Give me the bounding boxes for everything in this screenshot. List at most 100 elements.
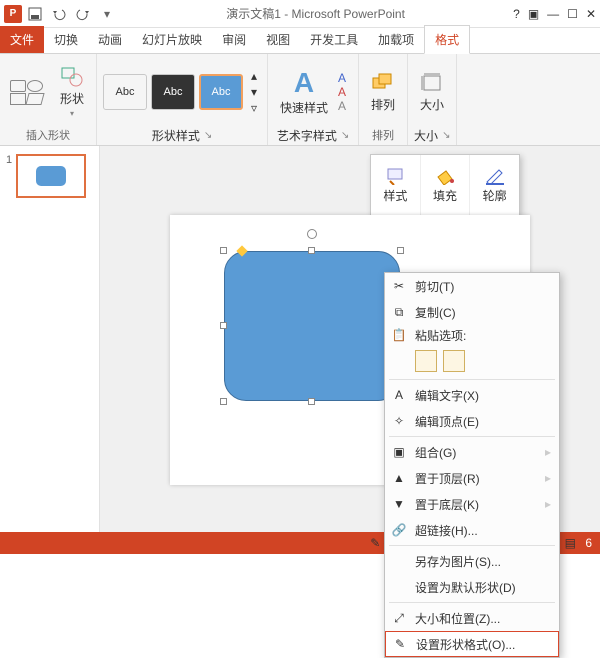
shapes-icon [60, 66, 84, 88]
rotate-handle[interactable] [307, 229, 317, 239]
size-button[interactable]: 大小 [414, 72, 450, 113]
tab-transition[interactable]: 切换 [44, 26, 88, 53]
selected-shape[interactable] [224, 251, 400, 401]
tab-file[interactable]: 文件 [0, 26, 44, 53]
shape-style-3[interactable]: Abc [199, 74, 243, 110]
menu-bring-front: ▲置于顶层(R)▸ [385, 465, 559, 491]
slide-thumbnails: 1 [0, 146, 100, 534]
redo-icon[interactable] [72, 3, 94, 25]
tab-format[interactable]: 格式 [424, 25, 470, 54]
tab-view[interactable]: 视图 [256, 26, 300, 53]
menu-save-as-picture[interactable]: 另存为图片(S)... [385, 548, 559, 574]
cut-icon: ✂ [391, 278, 407, 294]
menu-group: ▣组合(G)▸ [385, 439, 559, 465]
zoom-value[interactable]: 6 [585, 536, 596, 550]
mini-style-button[interactable]: 样式 [371, 155, 421, 215]
arrange-button[interactable]: 排列 [365, 72, 401, 113]
resize-handle[interactable] [308, 247, 315, 254]
group-icon: ▣ [391, 444, 407, 460]
tab-addins[interactable]: 加载项 [368, 26, 424, 53]
wordart-options[interactable]: A A A [338, 72, 352, 112]
mini-outline-label: 轮廓 [483, 187, 507, 204]
close-icon[interactable]: ✕ [586, 7, 596, 21]
svg-text:A: A [338, 86, 346, 98]
menu-set-default-shape[interactable]: 设置为默认形状(D) [385, 574, 559, 600]
edit-text-icon: A [391, 387, 407, 403]
mini-fill-label: 填充 [433, 187, 457, 204]
ribbon-tabs: 文件 开始 插入 切换 动画 幻灯片放映 审阅 视图 开发工具 加载项 格式 [0, 28, 600, 54]
tab-developer[interactable]: 开发工具 [300, 26, 368, 53]
ribbon-group-size: 大小 大小↘ [408, 54, 457, 145]
menu-edit-points[interactable]: ✧编辑顶点(E) [385, 408, 559, 434]
menu-separator [389, 436, 555, 437]
fill-bucket-icon [434, 167, 456, 185]
shapes-button[interactable]: 形状 ▾ [54, 66, 90, 118]
menu-separator [389, 602, 555, 603]
style-brush-icon [384, 167, 406, 185]
group-label-arrange: 排列 [365, 127, 401, 143]
mini-fill-button[interactable]: 填充 [421, 155, 471, 215]
menu-send-back: ▼置于底层(K)▸ [385, 491, 559, 517]
menu-format-shape[interactable]: ✎设置形状格式(O)... [385, 631, 559, 657]
resize-handle[interactable] [220, 398, 227, 405]
bring-front-icon: ▲ [391, 470, 407, 486]
wordart-launcher-icon[interactable]: ↘ [341, 130, 349, 141]
outline-pen-icon [484, 167, 506, 185]
shape-styles-launcher-icon[interactable]: ↘ [204, 130, 212, 141]
shapes-gallery[interactable] [6, 80, 50, 105]
menu-edit-text[interactable]: A编辑文字(X) [385, 382, 559, 408]
tab-slideshow[interactable]: 幻灯片放映 [132, 26, 212, 53]
ribbon: 形状 ▾ 插入形状 Abc Abc Abc ▴▾▿ 形状样式 ↘ A 快速样式 A… [0, 54, 600, 146]
undo-icon[interactable] [48, 3, 70, 25]
rounded-rectangle-shape[interactable] [224, 251, 400, 401]
paste-option-2[interactable] [443, 350, 465, 372]
menu-separator [389, 545, 555, 546]
tab-review[interactable]: 审阅 [212, 26, 256, 53]
ribbon-group-wordart: A 快速样式 A A A 艺术字样式 ↘ [268, 54, 359, 145]
ribbon-options-icon[interactable]: ▣ [528, 7, 539, 21]
slideshow-view-icon[interactable]: ▤ [559, 535, 581, 551]
tab-animation[interactable]: 动画 [88, 26, 132, 53]
context-menu: ✂剪切(T) ⧉复制(C) 📋粘贴选项: A编辑文字(X) ✧编辑顶点(E) ▣… [384, 272, 560, 658]
size-launcher-icon[interactable]: ↘ [442, 130, 450, 141]
ribbon-group-arrange: 排列 排列 [359, 54, 408, 145]
paste-options [385, 345, 559, 377]
group-label-shape-styles: 形状样式 [152, 127, 200, 144]
size-icon [420, 72, 444, 94]
resize-handle[interactable] [308, 398, 315, 405]
wordart-A-icon: A [294, 69, 314, 97]
paste-option-1[interactable] [415, 350, 437, 372]
maximize-icon[interactable]: ☐ [567, 7, 578, 21]
menu-size-position[interactable]: ⤢大小和位置(Z)... [385, 605, 559, 631]
resize-handle[interactable] [220, 322, 227, 329]
shape-style-1[interactable]: Abc [103, 74, 147, 110]
wordart-quickstyle-button[interactable]: A 快速样式 [274, 69, 334, 116]
save-icon[interactable] [24, 3, 46, 25]
resize-handle[interactable] [220, 247, 227, 254]
menu-copy[interactable]: ⧉复制(C) [385, 299, 559, 325]
ribbon-group-shape-styles: Abc Abc Abc ▴▾▿ 形状样式 ↘ [97, 54, 268, 145]
qat-more-icon[interactable]: ▾ [96, 3, 118, 25]
app-icon[interactable]: P [4, 5, 22, 23]
style-gallery-more[interactable]: ▴▾▿ [247, 69, 261, 115]
thumbnail-1[interactable]: 1 [6, 154, 93, 198]
edit-points-icon: ✧ [391, 413, 407, 429]
svg-text:A: A [338, 72, 346, 84]
group-label-insert-shape: 插入形状 [6, 127, 90, 143]
ribbon-group-insert-shape: 形状 ▾ 插入形状 [0, 54, 97, 145]
shape-style-2[interactable]: Abc [151, 74, 195, 110]
resize-handle[interactable] [397, 247, 404, 254]
mini-outline-button[interactable]: 轮廓 [470, 155, 519, 215]
menu-cut[interactable]: ✂剪切(T) [385, 273, 559, 299]
quick-access-toolbar: P ▾ [4, 3, 118, 25]
title-bar: P ▾ 演示文稿1 - Microsoft PowerPoint ? ▣ — ☐… [0, 0, 600, 28]
size-pos-icon: ⤢ [391, 610, 407, 626]
group-label-wordart: 艺术字样式 [277, 127, 337, 144]
mini-toolbar: 样式 填充 轮廓 [370, 154, 520, 216]
menu-hyperlink[interactable]: 🔗超链接(H)... [385, 517, 559, 543]
help-icon[interactable]: ? [513, 7, 520, 21]
minimize-icon[interactable]: — [547, 7, 559, 21]
menu-paste-label: 📋粘贴选项: [385, 325, 559, 345]
thumb-shape-icon [36, 166, 66, 186]
window-title: 演示文稿1 - Microsoft PowerPoint [118, 5, 513, 22]
